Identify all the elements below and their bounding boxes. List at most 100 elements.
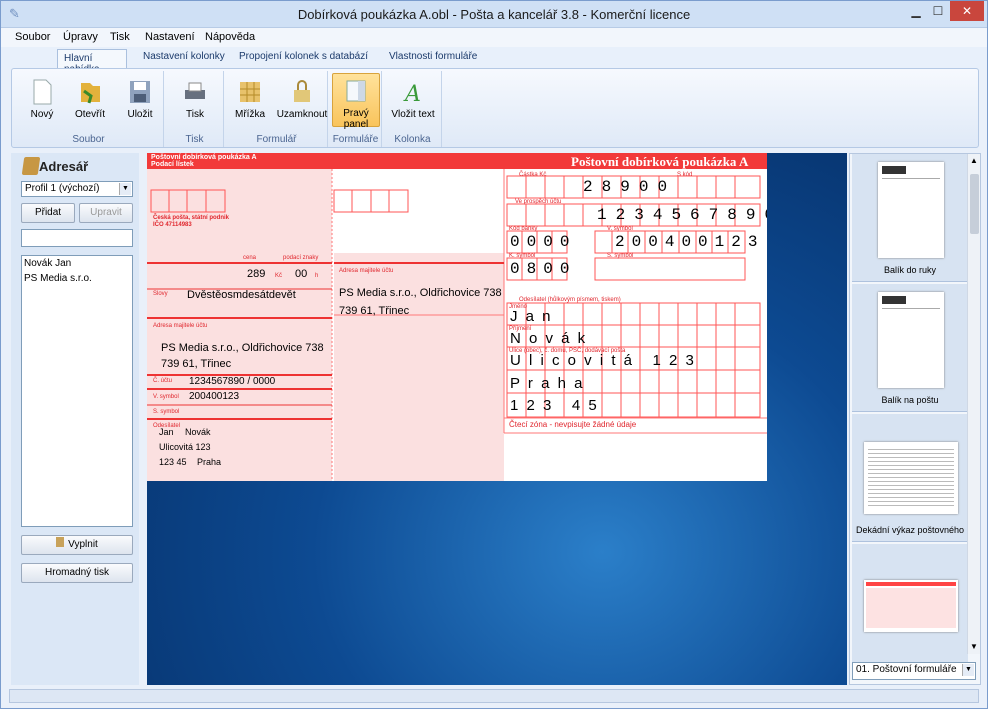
- kod-banky-label: Kód banky: [509, 226, 538, 232]
- digit: 1: [597, 206, 616, 224]
- thumbs-scrollbar[interactable]: ▲ ▼: [967, 154, 980, 654]
- tab-propojeni[interactable]: Propojení kolonek s databází: [239, 51, 368, 62]
- tab-vlastnosti[interactable]: Vlastnosti formuláře: [389, 51, 477, 62]
- uctu-value: 1234567890 / 0000: [189, 376, 276, 387]
- thumbnail-page: [878, 292, 944, 388]
- tab-nastaveni-kolonky[interactable]: Nastavení kolonky: [143, 51, 225, 62]
- adresa-label: Adresa majitele účtu: [153, 323, 208, 329]
- scroll-thumb[interactable]: [970, 174, 979, 234]
- post-company: Česká pošta, státní podnik IČO 47114983: [153, 215, 229, 229]
- add-button[interactable]: Přidat: [21, 203, 75, 223]
- kc-label: Kč: [275, 273, 283, 279]
- address-book-icon: [21, 157, 41, 175]
- form-page: Poštovní dobírková poukázka A Podací lís…: [147, 153, 767, 481]
- ulozit-button[interactable]: Uložit: [114, 75, 166, 127]
- group-formular: Mřížka Uzamknout Formulář: [226, 71, 328, 147]
- scroll-up-icon[interactable]: ▲: [970, 156, 978, 165]
- menu-upravy[interactable]: Úpravy: [63, 31, 98, 43]
- scroll-down-icon[interactable]: ▼: [970, 642, 978, 651]
- ulice-value: U l i c o v i t á 1 2 3: [510, 352, 696, 369]
- odes-obec: Praha: [197, 457, 222, 467]
- list-item[interactable]: PS Media s.r.o.: [22, 271, 132, 286]
- edit-button[interactable]: Upravit: [79, 203, 133, 223]
- tab-hlavni-nabidka[interactable]: Hlavní nabídka: [57, 49, 127, 75]
- forms-panel: Balík do ruky Balík na poštu Dekádní výk…: [849, 153, 981, 685]
- form-header-small-2: Podací lístek: [151, 161, 194, 168]
- digit: 0: [543, 233, 560, 251]
- slovy-value: Dvěstěosmdesátdevět: [187, 289, 296, 301]
- save-disk-icon: [128, 79, 152, 105]
- form-header-small: Poštovní dobírková poukázka A Podací lís…: [151, 154, 257, 168]
- list-item[interactable]: Novák Jan: [22, 256, 132, 271]
- svg-text:A: A: [403, 82, 421, 105]
- digit: 8: [601, 178, 621, 196]
- novy-button[interactable]: Nový: [16, 75, 68, 127]
- digit: 0: [681, 233, 699, 251]
- tisk-label: Tisk: [186, 109, 204, 120]
- obec-value: P r a h a: [510, 375, 585, 392]
- digit: 0: [638, 178, 658, 196]
- slovy-label: Slovy: [153, 291, 168, 297]
- menu-nastaveni[interactable]: Nastavení: [145, 31, 195, 43]
- digit: 0: [698, 233, 715, 251]
- novy-label: Nový: [30, 109, 54, 120]
- menu-tisk[interactable]: Tisk: [110, 31, 130, 43]
- pravy-panel-button[interactable]: Pravý panel: [332, 73, 380, 130]
- minimize-button[interactable]: ▁: [905, 1, 927, 21]
- otevrit-button[interactable]: Otevřít: [64, 75, 116, 127]
- psc-value: 1 2 3 4 5: [510, 397, 599, 414]
- digit: 8: [526, 260, 544, 278]
- thumbnail-page: [864, 580, 958, 632]
- prijmeni-value: N o v á k: [510, 330, 588, 347]
- panel-title: Adresář: [39, 159, 89, 174]
- digit: 1: [714, 233, 732, 251]
- odes-jmeno: Jan: [159, 427, 174, 437]
- thumb-dobirka[interactable]: [852, 544, 968, 672]
- thumb-balik-do-ruky[interactable]: Balík do ruky: [852, 154, 968, 282]
- form-category-select[interactable]: 01. Poštovní formuláře ▼: [852, 662, 976, 680]
- menu-soubor[interactable]: Soubor: [15, 31, 50, 43]
- chevron-down-icon: ▼: [962, 664, 974, 676]
- document-canvas[interactable]: Poštovní dobírková poukázka A Podací lís…: [147, 153, 847, 685]
- profile-select[interactable]: Profil 1 (výchozí) ▼: [21, 181, 133, 197]
- haler: 00: [295, 268, 308, 280]
- fill-button[interactable]: Vyplnit: [21, 535, 133, 555]
- ctecka-zona: Čtecí zóna - nevpisujte žádné údaje: [509, 420, 637, 429]
- vlozit-text-button[interactable]: A Vložit text: [387, 75, 439, 127]
- right-panel-icon: [344, 78, 368, 104]
- thumb-balik-na-postu[interactable]: Balík na poštu: [852, 284, 968, 412]
- group-kolonka-title: Kolonka: [394, 134, 431, 145]
- thumb-dekadni-vykaz[interactable]: Dekádní výkaz poštovného: [852, 414, 968, 542]
- vsym-label: V. symbol: [153, 394, 179, 400]
- uzamknout-button[interactable]: Uzamknout: [276, 75, 328, 127]
- group-formular-title: Formulář: [256, 134, 297, 145]
- group-soubor-title: Soubor: [72, 134, 105, 145]
- cena-label: cena: [243, 255, 257, 261]
- podaci-znaky-label: podací znaky: [283, 255, 319, 261]
- bulk-print-button[interactable]: Hromadný tisk: [21, 563, 133, 583]
- mrizka-label: Mřížka: [235, 109, 265, 120]
- s-kod-label: S kód: [677, 172, 693, 178]
- thumbnail-page: [878, 162, 944, 258]
- ks-label: K. symbol: [509, 253, 536, 259]
- thumb-caption: Dekádní výkaz poštovného: [855, 525, 965, 535]
- chevron-down-icon: ▼: [119, 183, 131, 195]
- uzamknout-label: Uzamknout: [276, 109, 328, 120]
- ulozit-label: Uložit: [127, 109, 153, 120]
- ucet-digits: 1234567890: [597, 206, 767, 224]
- mrizka-button[interactable]: Mřížka: [226, 75, 274, 127]
- h-label: h: [315, 273, 319, 279]
- digit: 3: [634, 206, 653, 224]
- close-button[interactable]: ✕: [950, 1, 984, 21]
- maximize-button[interactable]: ☐: [927, 1, 949, 21]
- odes-prijmeni: Novák: [185, 427, 211, 437]
- fill-icon: [56, 537, 65, 547]
- tisk-button[interactable]: Tisk: [169, 75, 221, 127]
- digit: 0: [631, 233, 649, 251]
- digit: 4: [652, 206, 672, 224]
- search-input[interactable]: [21, 229, 133, 247]
- profile-value: Profil 1 (výchozí): [25, 183, 100, 194]
- open-folder-icon: [78, 79, 102, 105]
- grid-icon: [238, 79, 262, 105]
- menu-napoveda[interactable]: Nápověda: [205, 31, 255, 43]
